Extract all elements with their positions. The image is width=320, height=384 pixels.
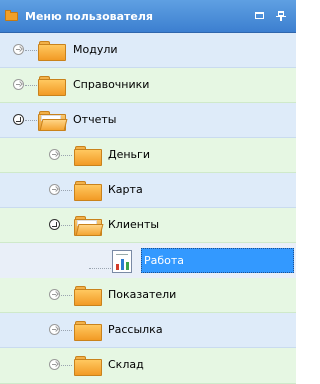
tree-item-map[interactable]: Карта	[0, 173, 296, 208]
pin-icon[interactable]	[275, 10, 289, 22]
folder-icon	[38, 76, 66, 96]
tree-item-indicators[interactable]: Показатели	[0, 278, 296, 313]
tree-item-modules[interactable]: Модули	[0, 33, 296, 68]
tree-item-label: Склад	[108, 358, 144, 371]
maximize-icon[interactable]	[253, 10, 267, 22]
tree-item-mailing[interactable]: Рассылка	[0, 313, 296, 348]
expand-icon[interactable]	[49, 324, 60, 335]
expand-icon[interactable]	[49, 184, 60, 195]
panel-header: Меню пользователя	[0, 0, 296, 33]
collapse-icon[interactable]	[49, 219, 60, 230]
menu-tree: Модули Справочники Отчеты Деньги Карта К…	[0, 33, 296, 384]
tree-item-label: Рассылка	[108, 323, 163, 336]
folder-icon	[74, 146, 102, 166]
expand-icon[interactable]	[49, 149, 60, 160]
user-menu-panel: Меню пользователя Модули Справочники Отч…	[0, 0, 296, 384]
selected-item-highlight[interactable]: Работа	[141, 248, 294, 273]
tree-item-money[interactable]: Деньги	[0, 138, 296, 173]
folder-icon	[38, 41, 66, 61]
folder-icon	[74, 356, 102, 376]
tree-item-label: Клиенты	[108, 218, 160, 231]
expand-icon[interactable]	[49, 289, 60, 300]
tree-item-work[interactable]: Работа	[0, 243, 296, 278]
tree-item-references[interactable]: Справочники	[0, 68, 296, 103]
tree-item-clients[interactable]: Клиенты	[0, 208, 296, 243]
tree-item-label: Модули	[73, 43, 118, 56]
expand-icon[interactable]	[13, 44, 24, 55]
tree-item-label: Деньги	[108, 148, 150, 161]
open-folder-icon	[38, 111, 68, 131]
tree-item-label: Отчеты	[73, 113, 117, 126]
tree-item-label: Карта	[108, 183, 143, 196]
tree-item-reports[interactable]: Отчеты	[0, 103, 296, 138]
folder-icon	[74, 321, 102, 341]
tree-item-label: Показатели	[108, 288, 177, 301]
tree-item-label: Справочники	[73, 78, 150, 91]
tree-item-label: Работа	[144, 254, 185, 267]
report-icon	[112, 250, 132, 273]
collapse-icon[interactable]	[13, 114, 24, 125]
folder-icon	[5, 10, 18, 21]
expand-icon[interactable]	[49, 359, 60, 370]
folder-icon	[74, 286, 102, 306]
panel-title: Меню пользователя	[25, 10, 153, 23]
expand-icon[interactable]	[13, 79, 24, 90]
folder-icon	[74, 181, 102, 201]
tree-item-warehouse[interactable]: Склад	[0, 348, 296, 384]
open-folder-icon	[74, 216, 104, 236]
